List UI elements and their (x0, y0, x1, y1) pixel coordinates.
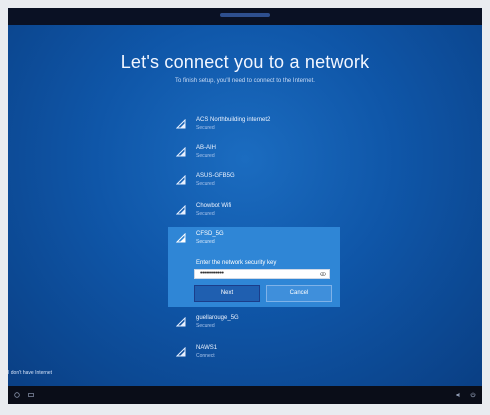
network-item[interactable]: Chowbot Wifi Secured (168, 199, 333, 221)
oobe-screen: Let's connect you to a network To finish… (8, 8, 482, 386)
network-item[interactable]: ASUS-GFB5G Secured (168, 169, 333, 191)
photo-frame: Let's connect you to a network To finish… (0, 0, 490, 415)
next-button[interactable]: Next (194, 285, 260, 302)
network-status: Secured (196, 239, 215, 245)
wifi-icon (176, 317, 186, 327)
power-icon[interactable] (470, 392, 476, 398)
wifi-icon (176, 119, 186, 129)
network-name: AB-AIH (196, 145, 217, 151)
network-status: Secured (196, 181, 215, 187)
page-subtitle: To finish setup, you'll need to connect … (175, 78, 315, 84)
cancel-button[interactable]: Cancel (266, 285, 332, 302)
network-name: NAWS1 (196, 345, 218, 351)
taskbar (8, 386, 482, 404)
no-internet-link[interactable]: I don't have Internet (8, 370, 52, 376)
network-status: Connect (196, 353, 215, 359)
wifi-icon (176, 347, 186, 357)
accessibility-icon[interactable] (14, 392, 20, 398)
keyboard-icon[interactable] (28, 392, 34, 398)
network-status: Secured (196, 211, 215, 217)
network-status: Secured (196, 153, 215, 159)
eye-icon[interactable] (320, 271, 326, 277)
selected-network-panel[interactable]: CFSD_5G Secured Enter the network securi… (168, 227, 340, 307)
security-key-input[interactable]: •••••••••••• (194, 269, 330, 279)
volume-icon[interactable] (456, 392, 462, 398)
network-name: guellarouge_5G (196, 315, 239, 321)
network-name: ACS Northbuilding internet2 (196, 117, 271, 123)
network-status: Secured (196, 125, 215, 131)
wifi-icon (176, 205, 186, 215)
wifi-icon (176, 175, 186, 185)
network-item[interactable]: AB-AIH Secured (168, 141, 333, 163)
network-status: Secured (196, 323, 215, 329)
network-item[interactable]: NAWS1 Connect (168, 341, 333, 363)
network-item[interactable]: ACS Northbuilding internet2 Secured (168, 113, 333, 135)
network-name: Chowbot Wifi (196, 203, 232, 209)
page-title: Let's connect you to a network (120, 52, 370, 72)
network-name: ASUS-GFB5G (196, 173, 235, 179)
top-bar-indicator (220, 13, 270, 17)
network-name: CFSD_5G (196, 231, 224, 237)
security-key-label: Enter the network security key (196, 260, 277, 266)
wifi-icon (176, 233, 186, 243)
network-item[interactable]: guellarouge_5G Secured (168, 311, 333, 333)
top-bar (8, 8, 482, 25)
wifi-icon (176, 147, 186, 157)
security-key-value: •••••••••••• (200, 270, 224, 277)
